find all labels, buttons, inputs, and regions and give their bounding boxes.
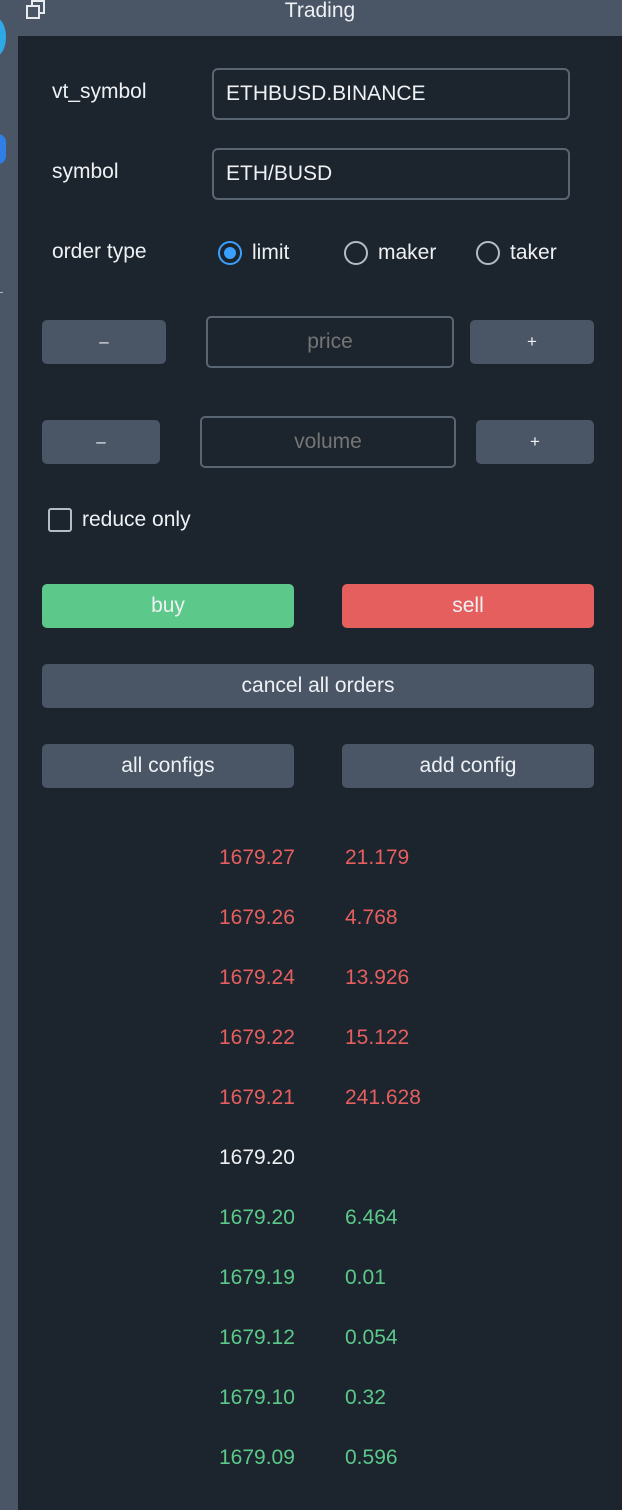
ask-row: 1679.21 241.628	[0, 1086, 622, 1126]
cancel-all-orders-button[interactable]: cancel all orders	[42, 664, 594, 708]
price-increase-button[interactable]: +	[470, 320, 594, 364]
bid-price: 1679.12	[219, 1326, 295, 1349]
ask-row: 1679.22 15.122	[0, 1026, 622, 1066]
order-type-taker-radio[interactable]: taker	[476, 241, 557, 265]
ask-volume: 241.628	[345, 1086, 421, 1109]
bid-price: 1679.20	[219, 1206, 295, 1229]
bid-volume: 0.054	[345, 1326, 398, 1349]
radio-label: limit	[252, 241, 290, 264]
ask-row: 1679.24 13.926	[0, 966, 622, 1006]
bid-row: 1679.09 0.596	[0, 1446, 622, 1486]
radio-label: taker	[510, 241, 557, 264]
symbol-label: symbol	[52, 160, 119, 183]
bid-volume: 0.32	[345, 1386, 386, 1409]
add-config-button[interactable]: add config	[342, 744, 594, 788]
bid-volume: 0.596	[345, 1446, 398, 1469]
dock-title-bar[interactable]: Trading	[18, 0, 622, 36]
bid-row: 1679.10 0.32	[0, 1386, 622, 1426]
symbol-input[interactable]	[212, 148, 570, 200]
ask-price: 1679.22	[219, 1026, 295, 1049]
volume-input[interactable]	[200, 416, 456, 468]
radio-checked-icon	[218, 241, 242, 265]
bid-volume: 6.464	[345, 1206, 398, 1229]
buy-button[interactable]: buy	[42, 584, 294, 628]
divider	[0, 292, 3, 293]
last-price: 1679.20	[219, 1146, 295, 1169]
radio-unchecked-icon	[476, 241, 500, 265]
order-type-label: order type	[52, 240, 147, 263]
ask-price: 1679.21	[219, 1086, 295, 1109]
ask-volume: 15.122	[345, 1026, 410, 1049]
ask-volume: 4.768	[345, 906, 398, 929]
ask-price: 1679.26	[219, 906, 295, 929]
background-app-icon	[0, 134, 6, 164]
bid-volume: 0.01	[345, 1266, 386, 1289]
bid-price: 1679.19	[219, 1266, 295, 1289]
ask-price: 1679.24	[219, 966, 295, 989]
checkbox-unchecked-icon	[48, 508, 72, 532]
last-price-row: 1679.20	[0, 1146, 622, 1186]
ask-row: 1679.26 4.768	[0, 906, 622, 946]
price-input[interactable]	[206, 316, 454, 368]
vt-symbol-label: vt_symbol	[52, 80, 147, 103]
background-app-icon	[0, 18, 6, 56]
bid-row: 1679.20 6.464	[0, 1206, 622, 1246]
bid-row: 1679.19 0.01	[0, 1266, 622, 1306]
radio-unchecked-icon	[344, 241, 368, 265]
reduce-only-label: reduce only	[82, 508, 191, 531]
ask-row: 1679.27 21.179	[0, 846, 622, 886]
window-title: Trading	[284, 0, 356, 22]
bid-price: 1679.09	[219, 1446, 295, 1469]
volume-decrease-button[interactable]: –	[42, 420, 160, 464]
price-decrease-button[interactable]: –	[42, 320, 166, 364]
all-configs-button[interactable]: all configs	[42, 744, 294, 788]
reduce-only-checkbox[interactable]: reduce only	[48, 508, 191, 532]
bid-row: 1679.12 0.054	[0, 1326, 622, 1366]
sell-button[interactable]: sell	[342, 584, 594, 628]
ask-volume: 13.926	[345, 966, 410, 989]
radio-label: maker	[378, 241, 437, 264]
volume-increase-button[interactable]: +	[476, 420, 594, 464]
ask-price: 1679.27	[219, 846, 295, 869]
order-type-limit-radio[interactable]: limit	[218, 241, 289, 265]
vt-symbol-input[interactable]	[212, 68, 570, 120]
ask-volume: 21.179	[345, 846, 410, 869]
order-type-maker-radio[interactable]: maker	[344, 241, 436, 265]
bid-price: 1679.10	[219, 1386, 295, 1409]
